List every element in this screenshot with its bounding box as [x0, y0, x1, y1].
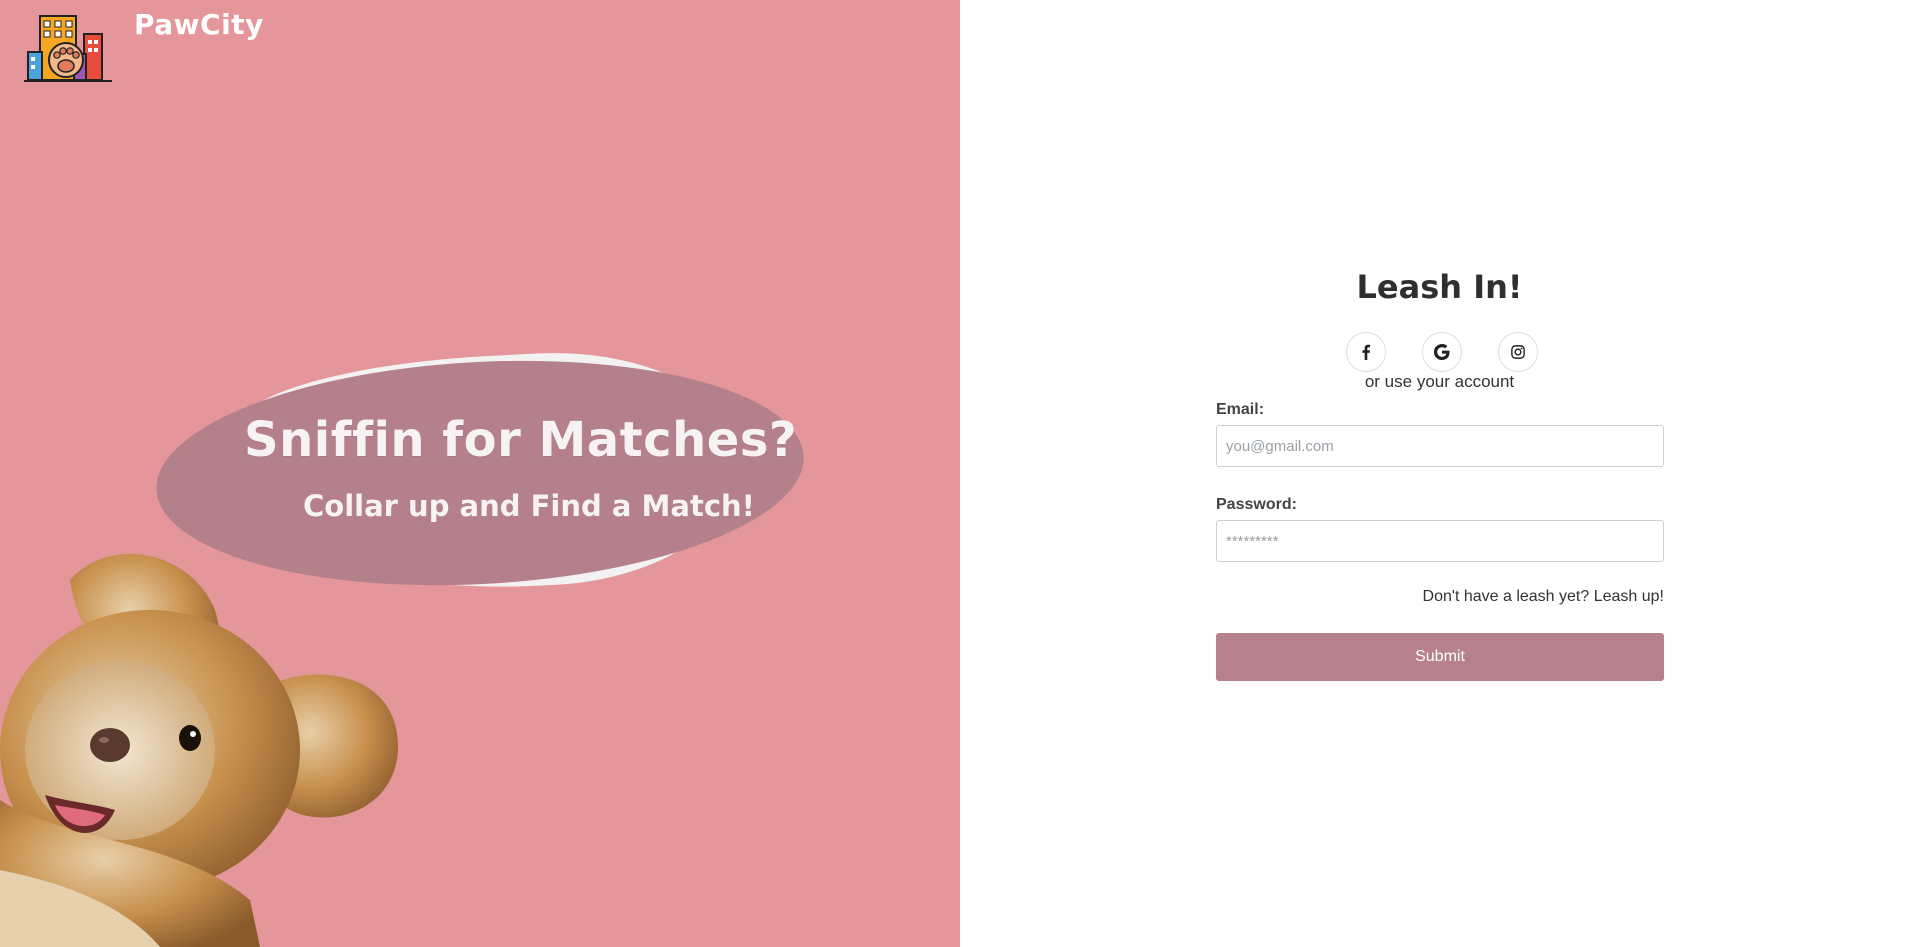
login-panel: Leash In! or use your account Email: you… [960, 0, 1919, 947]
submit-button[interactable]: Submit [1216, 633, 1664, 681]
dog-photo [0, 553, 399, 947]
email-label: Email: [1216, 401, 1265, 418]
alt-login-text: or use your account [1364, 372, 1515, 391]
city-paw-logo-icon[interactable] [24, 14, 112, 84]
login-page: PawCity Sniffin for Matches? Collar up a… [0, 0, 1919, 947]
signup-link[interactable]: Don't have a leash yet? Leash up! [1423, 588, 1664, 606]
hero-panel: PawCity Sniffin for Matches? Collar up a… [0, 0, 960, 947]
brand-name[interactable]: PawCity [134, 8, 264, 41]
google-login-button[interactable] [1422, 332, 1462, 372]
instagram-icon [1511, 345, 1525, 359]
form-title: Leash In! [1356, 268, 1523, 306]
hero-subline: Collar up and Find a Match! [303, 489, 755, 523]
social-login-group [1346, 332, 1538, 372]
google-icon [1434, 344, 1450, 360]
password-label: Password: [1216, 496, 1297, 513]
password-input[interactable] [1216, 520, 1664, 562]
email-input[interactable] [1216, 425, 1664, 467]
facebook-icon [1362, 344, 1371, 360]
hero-headline: Sniffin for Matches? [244, 412, 798, 468]
facebook-login-button[interactable] [1346, 332, 1386, 372]
instagram-login-button[interactable] [1498, 332, 1538, 372]
